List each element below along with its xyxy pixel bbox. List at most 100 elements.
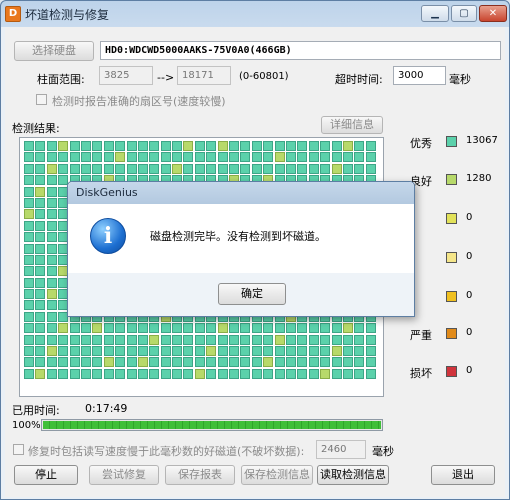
legend-count: 0 — [466, 251, 473, 262]
scan-cell — [24, 220, 34, 231]
range-start-input[interactable]: 3825 — [99, 66, 153, 85]
scan-cell — [80, 141, 91, 151]
title-bar: D 坏道检测与修复 ▁ ▢ ✕ — [1, 1, 509, 27]
scan-cell — [35, 277, 46, 288]
scan-cell — [217, 368, 228, 379]
scan-cell — [24, 323, 34, 334]
repair-slow-checkbox[interactable] — [13, 444, 24, 455]
scan-cell — [58, 323, 69, 334]
scan-cell — [183, 323, 194, 334]
minimize-button[interactable]: ▁ — [421, 5, 449, 22]
scan-cell — [308, 368, 319, 379]
scan-cell — [126, 334, 137, 345]
scan-cell — [308, 163, 319, 174]
scan-cell — [69, 334, 80, 345]
scan-cell — [46, 141, 57, 151]
scan-cell — [365, 368, 376, 379]
scan-cell — [285, 334, 296, 345]
scan-cell — [137, 357, 148, 368]
scan-cell — [297, 357, 308, 368]
scan-cell — [251, 163, 262, 174]
scan-cell — [331, 334, 342, 345]
scan-cell — [35, 368, 46, 379]
scan-cell — [285, 346, 296, 357]
scan-cell — [137, 323, 148, 334]
scan-cell — [46, 323, 57, 334]
scan-cell — [137, 346, 148, 357]
scan-cell — [308, 141, 319, 151]
scan-cell — [206, 141, 217, 151]
scan-cell — [46, 243, 57, 254]
scan-cell — [194, 334, 205, 345]
save-info-button[interactable]: 保存检测信息 — [241, 465, 313, 485]
scan-cell — [24, 152, 34, 163]
scan-cell — [92, 368, 103, 379]
details-button[interactable]: 详细信息 — [321, 116, 383, 134]
exit-button[interactable]: 退出 — [431, 465, 495, 485]
scan-cell — [103, 323, 114, 334]
scan-cell — [274, 152, 285, 163]
scan-cell — [172, 357, 183, 368]
try-repair-button[interactable]: 尝试修复 — [89, 465, 159, 485]
scan-cell — [46, 220, 57, 231]
dialog-footer: 确定 — [68, 273, 414, 316]
scan-cell — [342, 152, 353, 163]
scan-cell — [172, 141, 183, 151]
scan-cell — [308, 334, 319, 345]
scan-cell — [24, 175, 34, 186]
stop-button[interactable]: 停止 — [14, 465, 78, 485]
repair-slow-input[interactable]: 2460 — [316, 440, 366, 459]
close-button[interactable]: ✕ — [479, 5, 507, 22]
scan-cell — [229, 141, 240, 151]
scan-cell — [92, 346, 103, 357]
scan-cell — [251, 334, 262, 345]
legend-swatch — [446, 291, 457, 302]
legend-swatch — [446, 366, 457, 377]
scan-cell — [69, 368, 80, 379]
scan-cell — [80, 357, 91, 368]
dialog-body: i 磁盘检测完毕。没有检测到坏磁道。 — [68, 204, 414, 273]
scan-cell — [194, 152, 205, 163]
scan-cell — [274, 357, 285, 368]
select-disk-button[interactable]: 选择硬盘 — [14, 41, 94, 61]
scan-cell — [46, 334, 57, 345]
scan-cell — [320, 334, 331, 345]
scan-cell — [46, 152, 57, 163]
scan-cell — [285, 141, 296, 151]
scan-cell — [251, 141, 262, 151]
scan-cell — [331, 163, 342, 174]
scan-cell — [183, 357, 194, 368]
maximize-button[interactable]: ▢ — [451, 5, 477, 22]
save-report-button[interactable]: 保存报表 — [165, 465, 235, 485]
scan-cell — [103, 163, 114, 174]
timeout-input[interactable]: 3000 — [393, 66, 446, 85]
scan-cell — [240, 334, 251, 345]
dialog-ok-button[interactable]: 确定 — [218, 283, 286, 305]
scan-cell — [240, 346, 251, 357]
scan-cell — [137, 163, 148, 174]
scan-cell — [331, 357, 342, 368]
scan-cell — [308, 357, 319, 368]
elapsed-label: 已用时间: — [12, 404, 60, 417]
scan-cell — [24, 277, 34, 288]
scan-cell — [58, 357, 69, 368]
scan-cell — [229, 163, 240, 174]
scan-cell — [149, 141, 160, 151]
scan-cell — [46, 311, 57, 322]
timeout-unit: 毫秒 — [449, 73, 471, 86]
scan-cell — [308, 346, 319, 357]
scan-cell — [274, 334, 285, 345]
read-info-button[interactable]: 读取检测信息 — [317, 465, 389, 485]
report-sector-checkbox[interactable] — [36, 94, 47, 105]
scan-cell — [217, 141, 228, 151]
range-end-input[interactable]: 18171 — [177, 66, 231, 85]
scan-cell — [69, 141, 80, 151]
legend-count: 13067 — [466, 135, 498, 146]
scan-cell — [285, 323, 296, 334]
scan-cell — [365, 141, 376, 151]
scan-cell — [263, 152, 274, 163]
scan-cell — [35, 289, 46, 300]
scan-cell — [354, 346, 365, 357]
scan-cell — [183, 346, 194, 357]
scan-cell — [365, 323, 376, 334]
